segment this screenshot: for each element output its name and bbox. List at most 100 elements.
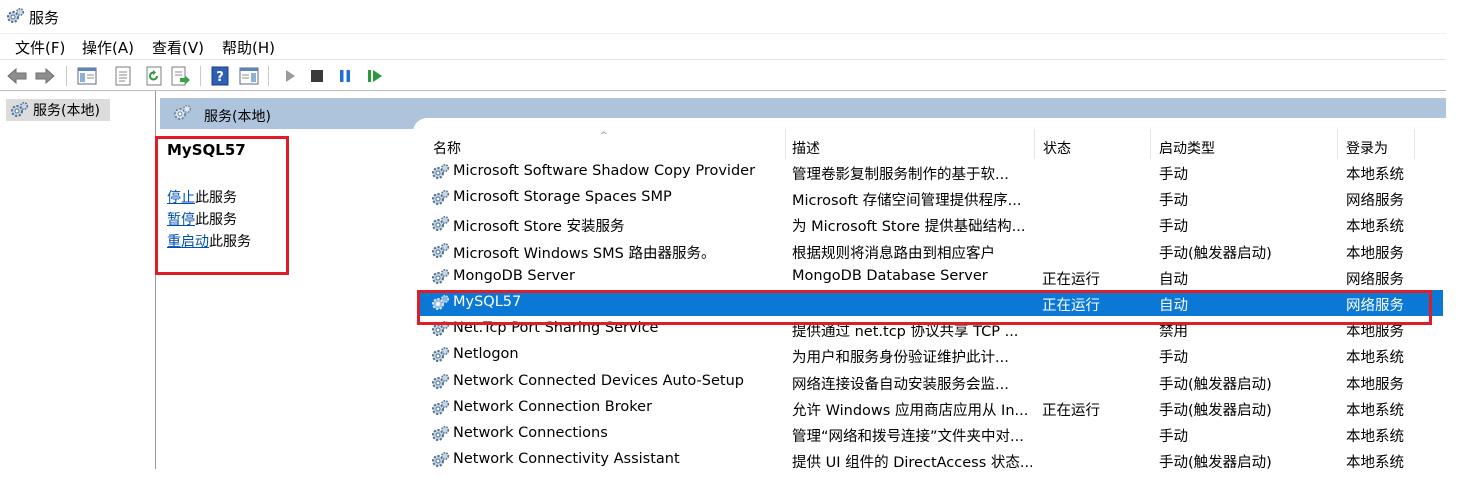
resume-icon: [368, 70, 382, 82]
restart-service-link[interactable]: 重启动: [167, 234, 209, 250]
menu-action[interactable]: 操作(A): [80, 37, 136, 58]
svg-text:?: ?: [216, 70, 224, 85]
column-divider[interactable]: [785, 129, 786, 159]
back-arrow-icon: [7, 68, 27, 84]
table-row[interactable]: Network Connections 管理“网络和拨号连接”文件夹中对... 手动…: [417, 421, 1443, 447]
service-description-cell: 管理“网络和拨号连接”文件夹中对...: [792, 429, 1024, 445]
service-description-cell: Microsoft 存储空间管理提供程序...: [792, 193, 1022, 210]
service-logon-cell: 本地服务: [1346, 245, 1404, 262]
action-pause-row: 暂停此服务: [167, 209, 237, 229]
table-row[interactable]: Microsoft Windows SMS 路由器服务。 根据规则将消息路由到相应…: [417, 238, 1443, 264]
gear-icon: [432, 425, 450, 441]
sort-ascending-icon: ^: [600, 131, 608, 141]
menu-bar: 文件(F) 操作(A) 查看(V) 帮助(H): [0, 33, 1446, 59]
stop-service-link[interactable]: 停止: [167, 190, 195, 206]
service-name-cell: Microsoft Store 安装服务: [453, 219, 625, 236]
column-divider[interactable]: [1414, 129, 1415, 159]
table-row[interactable]: Network Connectivity Assistant 提供 UI 组件的 …: [417, 447, 1443, 469]
service-logon-cell: 网络服务: [1346, 271, 1404, 288]
tree-item-services-local[interactable]: 服务(本地): [6, 99, 110, 121]
service-description-cell: 为用户和服务身份验证维护此计...: [792, 350, 1009, 367]
export-icon: [171, 66, 190, 86]
action-stop-row: 停止此服务: [167, 187, 237, 207]
column-divider[interactable]: [1150, 129, 1151, 159]
table-row[interactable]: Microsoft Store 安装服务 为 Microsoft Store 提供…: [417, 211, 1443, 237]
service-description-cell: 网络连接设备自动安装服务会监...: [792, 376, 1009, 393]
gear-icon: [432, 373, 450, 389]
properties-button[interactable]: [112, 65, 134, 87]
window-title: 服务: [29, 9, 60, 27]
column-header-status[interactable]: 状态: [1043, 138, 1071, 158]
table-row[interactable]: Microsoft Software Shadow Copy Provider 管…: [417, 159, 1443, 185]
service-name-cell: Microsoft Windows SMS 路由器服务。: [453, 245, 716, 262]
service-name-cell: Microsoft Storage Spaces SMP: [453, 189, 672, 206]
service-startup-type-cell: 手动: [1159, 193, 1188, 210]
restart-service-button[interactable]: [364, 65, 386, 87]
bottom-edge: [0, 469, 1459, 478]
column-header-name[interactable]: 名称: [433, 138, 461, 158]
start-service-button[interactable]: [279, 65, 301, 87]
play-icon: [286, 70, 295, 82]
gear-icon: [432, 268, 450, 284]
forward-button[interactable]: [34, 65, 56, 87]
table-row[interactable]: Network Connected Devices Auto-Setup 网络连接…: [417, 369, 1443, 395]
service-name-cell: Network Connection Broker: [453, 398, 653, 415]
table-row[interactable]: Netlogon 为用户和服务身份验证维护此计... 手动 本地系统: [417, 342, 1443, 368]
service-startup-type-cell: 手动(触发器启动): [1159, 376, 1272, 393]
gear-icon: [432, 216, 450, 232]
service-name-cell: Network Connected Devices Auto-Setup: [453, 372, 744, 389]
service-status-cell: 正在运行: [1042, 298, 1100, 314]
title-bar: 服务: [0, 0, 1459, 33]
column-divider[interactable]: [1337, 129, 1338, 159]
service-logon-cell: 本地系统: [1346, 455, 1404, 469]
refresh-button[interactable]: [143, 65, 165, 87]
column-header-startup-type[interactable]: 启动类型: [1159, 138, 1215, 158]
toolbar-separator: [200, 66, 201, 86]
service-startup-type-cell: 手动: [1159, 350, 1188, 367]
help-button[interactable]: ?: [209, 65, 231, 87]
toolbar-separator: [268, 66, 269, 86]
pause-service-button[interactable]: [334, 65, 356, 87]
table-row[interactable]: Microsoft Storage Spaces SMP Microsoft 存储…: [417, 185, 1443, 211]
table-row[interactable]: Network Connection Broker 允许 Windows 应用商店…: [417, 395, 1443, 421]
gear-icon: [432, 452, 450, 468]
menu-file[interactable]: 文件(F): [13, 37, 67, 58]
stop-service-button[interactable]: [306, 65, 328, 87]
gear-icon: [432, 163, 450, 179]
menu-help[interactable]: 帮助(H): [220, 37, 277, 58]
service-logon-cell: 本地服务: [1346, 376, 1404, 393]
service-name-cell: Netlogon: [453, 346, 519, 363]
help-icon: ?: [211, 66, 229, 86]
main-area: 服务(本地) 服务(本地) MySQL57 停止此服务 暂停此服务 重启动此服务: [0, 91, 1446, 478]
console-tree: 服务(本地): [0, 91, 156, 469]
services-table: ^ 名称 描述 状态 启动类型 登录为 Microsoft Software S…: [417, 129, 1443, 469]
panel-icon: [239, 67, 259, 85]
table-row[interactable]: MongoDB Server MongoDB Database Server 正在运…: [417, 264, 1443, 290]
export-list-button[interactable]: [170, 65, 192, 87]
column-header-logon-as[interactable]: 登录为: [1346, 138, 1388, 158]
gear-icon: [432, 347, 450, 363]
service-name-cell: MongoDB Server: [453, 267, 575, 284]
service-description-pane: MySQL57 停止此服务 暂停此服务 重启动此服务: [160, 129, 420, 469]
service-startup-type-cell: 自动: [1159, 298, 1188, 314]
column-header-description[interactable]: 描述: [792, 138, 820, 158]
service-startup-type-cell: 手动(触发器启动): [1159, 455, 1272, 469]
column-divider[interactable]: [1034, 129, 1035, 159]
service-description-cell: MongoDB Database Server: [792, 267, 988, 284]
action-suffix: 此服务: [209, 234, 251, 250]
show-action-pane-button[interactable]: [238, 65, 260, 87]
table-row[interactable]: Net.Tcp Port Sharing Service 提供通过 net.tcp…: [417, 316, 1443, 342]
show-console-tree-button[interactable]: [76, 65, 98, 87]
pause-icon: [340, 70, 350, 82]
gear-icon: [432, 294, 450, 310]
pause-service-link[interactable]: 暂停: [167, 212, 195, 228]
service-startup-type-cell: 自动: [1159, 271, 1188, 288]
back-button[interactable]: [6, 65, 28, 87]
menu-view[interactable]: 查看(V): [150, 37, 206, 58]
action-suffix: 此服务: [195, 212, 237, 228]
content-title: 服务(本地): [204, 109, 271, 125]
table-row[interactable]: MySQL57 正在运行 自动 网络服务: [417, 290, 1443, 316]
toolbar-separator: [66, 66, 67, 86]
service-name-cell: Net.Tcp Port Sharing Service: [453, 320, 659, 337]
service-description-cell: 提供通过 net.tcp 协议共享 TCP ...: [792, 324, 1019, 341]
